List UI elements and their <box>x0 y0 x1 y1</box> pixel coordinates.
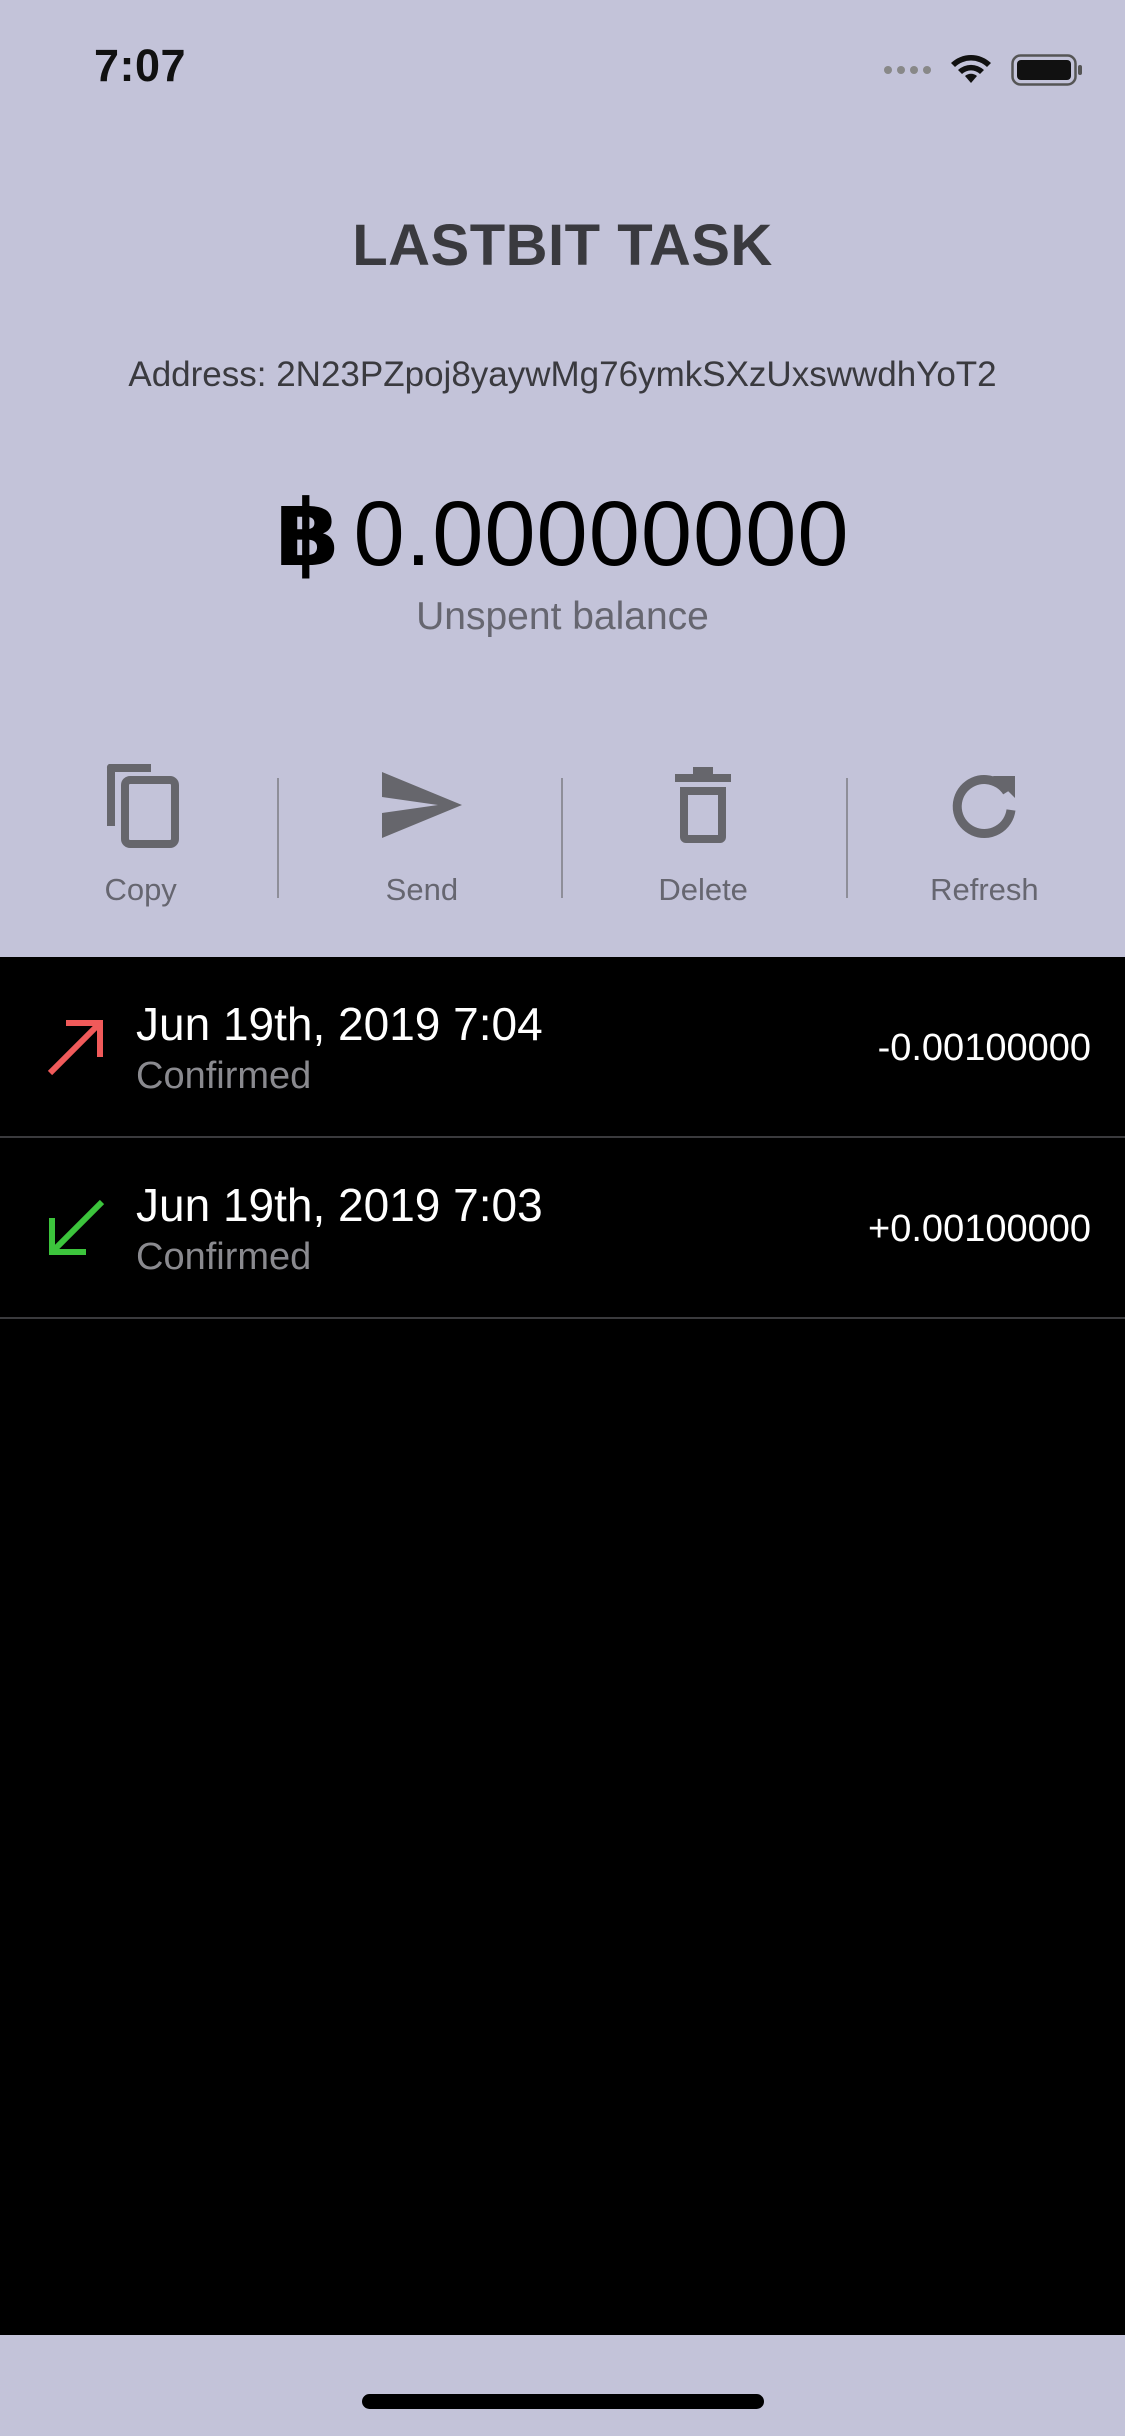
outgoing-arrow-icon <box>47 1020 103 1076</box>
delete-label: Delete <box>658 872 748 907</box>
transaction-row[interactable]: Jun 19th, 2019 7:04 Confirmed -0.0010000… <box>0 957 1125 1138</box>
cellular-signal-icon <box>884 66 931 74</box>
incoming-arrow-icon <box>49 1199 105 1255</box>
page-title: LASTBIT TASK <box>352 213 773 278</box>
send-button[interactable]: Send <box>281 760 562 920</box>
transaction-date: Jun 19th, 2019 7:04 <box>136 998 543 1050</box>
refresh-label: Refresh <box>930 872 1039 907</box>
status-time: 7:07 <box>94 40 187 91</box>
transaction-amount: +0.00100000 <box>868 1208 1091 1250</box>
home-indicator[interactable] <box>362 2394 764 2409</box>
send-icon <box>377 760 467 850</box>
transaction-list: Jun 19th, 2019 7:04 Confirmed -0.0010000… <box>0 957 1125 2335</box>
action-divider <box>846 778 848 898</box>
status-icons <box>884 50 1083 90</box>
wifi-icon <box>951 55 991 83</box>
transaction-status: Confirmed <box>136 1055 312 1097</box>
refresh-icon <box>939 760 1029 850</box>
copy-label: Copy <box>104 872 177 907</box>
action-divider <box>277 778 279 898</box>
trash-icon <box>658 760 748 850</box>
transaction-status: Confirmed <box>136 1236 312 1278</box>
app-screen: 7:07 LASTBIT TASK Address: 2N23PZpoj8yay… <box>0 0 1125 2436</box>
bitcoin-symbol: ฿ <box>275 483 340 585</box>
balance-value: 0.00000000 <box>353 483 850 585</box>
transaction-amount: -0.00100000 <box>877 1027 1091 1069</box>
copy-icon <box>96 760 186 850</box>
copy-button[interactable]: Copy <box>0 760 281 920</box>
balance-label: Unspent balance <box>416 595 709 638</box>
status-bar: 7:07 <box>0 0 1125 140</box>
transaction-date: Jun 19th, 2019 7:03 <box>136 1179 543 1231</box>
refresh-button[interactable]: Refresh <box>844 760 1125 920</box>
send-label: Send <box>385 872 459 907</box>
balance-display: ฿ 0.00000000 <box>0 488 1125 580</box>
transaction-row[interactable]: Jun 19th, 2019 7:03 Confirmed +0.0010000… <box>0 1138 1125 1319</box>
battery-icon <box>1011 54 1082 86</box>
action-divider <box>561 778 563 898</box>
wallet-address: Address: 2N23PZpoj8yaywMg76ymkSXzUxswwdh… <box>128 355 997 394</box>
delete-button[interactable]: Delete <box>563 760 844 920</box>
